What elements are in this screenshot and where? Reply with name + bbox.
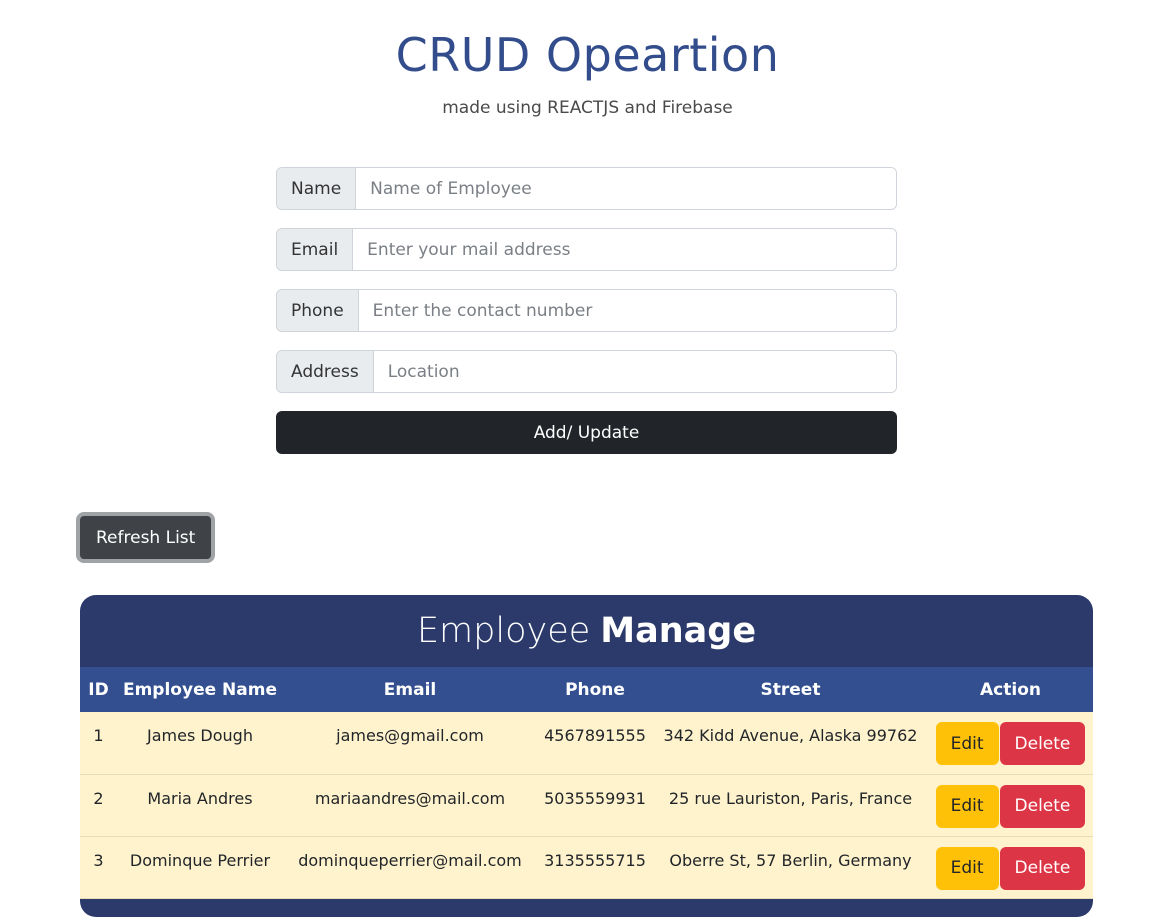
name-input-group: Name <box>276 167 897 210</box>
add-update-button[interactable]: Add/ Update <box>276 411 897 454</box>
cell-action: Edit Delete <box>928 836 1093 898</box>
edit-button[interactable]: Edit <box>935 846 999 890</box>
cell-street: 342 Kidd Avenue, Alaska 99762 <box>663 726 918 745</box>
cell-street: 25 rue Lauriston, Paris, France <box>668 788 913 808</box>
column-header-email: Email <box>383 679 437 700</box>
column-header-street: Street <box>760 679 821 700</box>
table-heading-light: Employee <box>416 611 591 651</box>
cell-name: Dominque Perrier <box>129 850 271 870</box>
phone-input-group: Phone <box>276 289 897 332</box>
email-label: Email <box>277 229 354 270</box>
page-subtitle: made using REACTJS and Firebase <box>442 98 733 118</box>
name-input[interactable] <box>356 168 896 209</box>
cell-name: James Dough <box>147 726 253 745</box>
address-label: Address <box>277 351 374 392</box>
column-header-phone: Phone <box>565 679 625 700</box>
cell-name: Maria Andres <box>147 788 253 808</box>
cell-action: Edit Delete <box>928 712 1093 774</box>
cell-email: mariaandres@mail.com <box>314 788 506 808</box>
phone-label: Phone <box>277 290 359 331</box>
email-input[interactable] <box>353 229 896 270</box>
edit-button[interactable]: Edit <box>935 784 999 828</box>
employee-form: Name Email Phone Address Add/ Update <box>276 167 897 454</box>
cell-id: 3 <box>93 850 104 870</box>
column-header-name: Employee Name <box>122 679 277 700</box>
refresh-list-button[interactable]: Refresh List <box>76 512 216 563</box>
cell-phone: 5035559931 <box>544 788 646 808</box>
cell-street: Oberre St, 57 Berlin, Germany <box>669 850 912 870</box>
cell-action: Edit Delete <box>928 774 1093 836</box>
email-input-group: Email <box>276 228 897 271</box>
table-row: 1 James Dough james@gmail.com 4567891555… <box>80 712 1093 774</box>
cell-id: 1 <box>93 726 104 745</box>
delete-button[interactable]: Delete <box>999 846 1086 890</box>
column-header-action: Action <box>980 679 1041 700</box>
employee-table-card: Employee Manage ID Employee Name Email P… <box>80 595 1093 917</box>
table-heading: Employee Manage <box>80 595 1093 667</box>
table-heading-bold: Manage <box>600 611 757 651</box>
cell-phone: 3135555715 <box>544 850 646 870</box>
page-title: CRUD Opeartion <box>395 28 780 82</box>
address-input-group: Address <box>276 350 897 393</box>
column-header-id: ID <box>88 679 109 700</box>
phone-input[interactable] <box>358 290 896 331</box>
address-input[interactable] <box>373 351 896 392</box>
cell-id: 2 <box>93 788 104 808</box>
cell-phone: 4567891555 <box>544 726 646 745</box>
edit-button[interactable]: Edit <box>935 722 999 765</box>
page: CRUD Opeartion made using REACTJS and Fi… <box>0 0 1175 922</box>
table-row: 3 Dominque Perrier dominqueperrier@mail.… <box>80 836 1093 898</box>
name-label: Name <box>277 168 357 209</box>
delete-button[interactable]: Delete <box>999 784 1086 828</box>
table-header-row: ID Employee Name Email Phone Street Acti… <box>80 667 1093 712</box>
delete-button[interactable]: Delete <box>999 722 1086 765</box>
cell-email: dominqueperrier@mail.com <box>298 850 522 870</box>
cell-email: james@gmail.com <box>336 726 484 745</box>
employee-table: ID Employee Name Email Phone Street Acti… <box>80 667 1093 899</box>
table-row: 2 Maria Andres mariaandres@mail.com 5035… <box>80 774 1093 836</box>
